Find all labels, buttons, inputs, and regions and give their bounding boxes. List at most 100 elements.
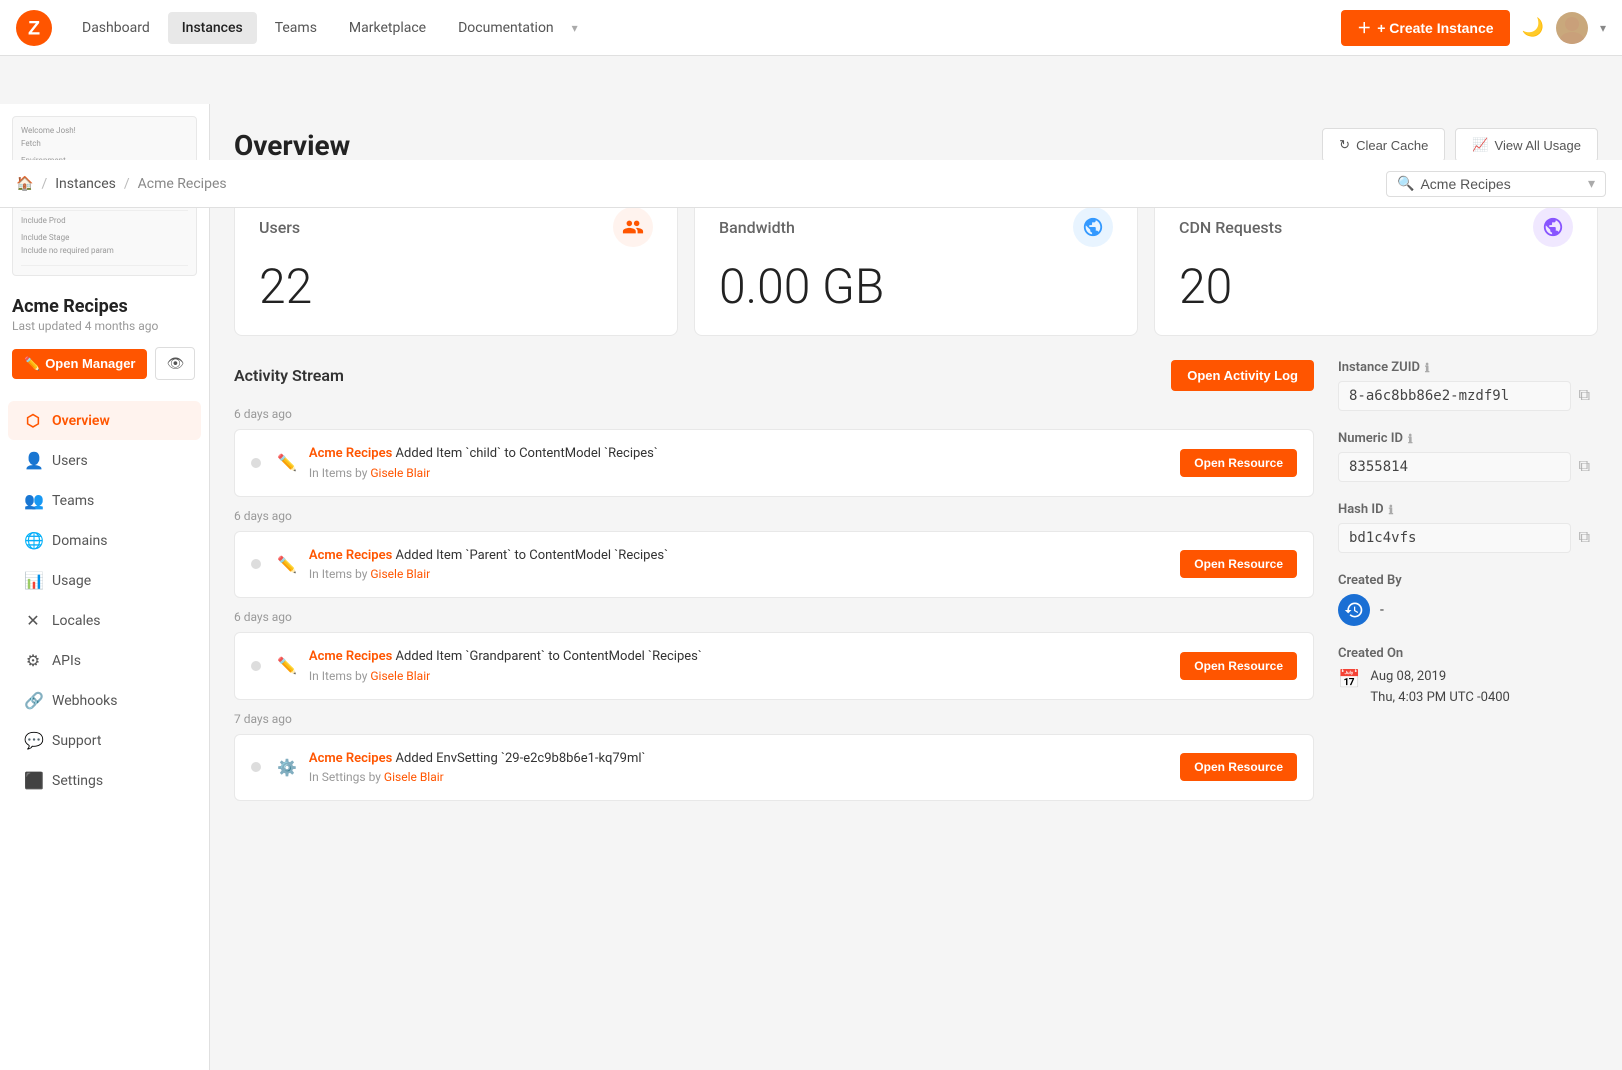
open-manager-button[interactable]: ✏️ Open Manager <box>12 349 147 379</box>
activity-header: Activity Stream Open Activity Log <box>234 360 1314 391</box>
instance-zuid-info-icon[interactable]: ℹ <box>1425 361 1430 375</box>
open-resource-btn-4[interactable]: Open Resource <box>1180 753 1297 781</box>
cdn-card-header: CDN Requests <box>1179 207 1573 247</box>
open-activity-log-button[interactable]: Open Activity Log <box>1171 360 1314 391</box>
activity-sub-1: In Items by <box>309 466 370 480</box>
activity-user-link-1[interactable]: Gisele Blair <box>370 466 430 480</box>
activity-instance-link-2[interactable]: Acme Recipes <box>309 548 392 563</box>
sidebar-item-teams[interactable]: 👥 Teams <box>8 481 201 520</box>
chart-icon: 📈 <box>1472 137 1488 153</box>
top-nav: Z Dashboard Instances Teams Marketplace … <box>0 0 1622 56</box>
layout: Welcome Josh! Fetch Environment Webengin… <box>0 104 1622 1070</box>
calendar-icon: 📅 <box>1338 669 1360 690</box>
nav-teams[interactable]: Teams <box>261 12 331 44</box>
activity-user-link-3[interactable]: Gisele Blair <box>370 669 430 683</box>
user-avatar[interactable] <box>1556 12 1588 44</box>
activity-item-1: ✏️ Acme Recipes Added Item `child` to Co… <box>234 429 1314 497</box>
numeric-id-value: 8355814 <box>1338 452 1571 482</box>
sidebar-item-usage[interactable]: 📊 Usage <box>8 561 201 600</box>
open-resource-btn-2[interactable]: Open Resource <box>1180 550 1297 578</box>
sidebar-item-settings-label: Settings <box>52 773 103 789</box>
preview-button[interactable]: 👁 <box>155 347 195 380</box>
sidebar-item-domains[interactable]: 🌐 Domains <box>8 521 201 560</box>
open-resource-btn-1[interactable]: Open Resource <box>1180 449 1297 477</box>
activity-instance-link-3[interactable]: Acme Recipes <box>309 649 392 664</box>
instance-Zuid-copy-button[interactable]: ⧉ <box>1571 383 1598 409</box>
svg-text:Z: Z <box>28 17 40 39</box>
numeric-id-label-text: Numeric ID <box>1338 431 1403 446</box>
nav-marketplace[interactable]: Marketplace <box>335 12 440 44</box>
create-instance-button[interactable]: ＋ + Create Instance <box>1341 10 1509 46</box>
users-stat-icon <box>613 207 653 247</box>
activity-time-2: 6 days ago <box>234 509 1314 523</box>
domains-icon: 🌐 <box>24 531 42 550</box>
activity-text-4: Acme Recipes Added EnvSetting `29-e2c9b8… <box>309 749 1168 787</box>
activity-text-2: Acme Recipes Added Item `Parent` to Cont… <box>309 546 1168 584</box>
activity-instance-link-4[interactable]: Acme Recipes <box>309 751 392 766</box>
activity-time-3: 6 days ago <box>234 610 1314 624</box>
breadcrumb-bar: 🏠 / Instances / Acme Recipes 🔍 ▾ <box>0 160 1622 208</box>
sidebar-item-locales[interactable]: ✕ Locales <box>8 601 201 640</box>
refresh-icon: ↻ <box>1339 137 1350 153</box>
open-resource-btn-3[interactable]: Open Resource <box>1180 652 1297 680</box>
support-icon: 💬 <box>24 731 42 750</box>
hash-id-label-text: Hash ID <box>1338 502 1384 517</box>
clear-cache-button[interactable]: ↻ Clear Cache <box>1322 128 1445 162</box>
hash-id-info-icon[interactable]: ℹ <box>1389 503 1394 517</box>
activity-sub-3: In Items by <box>309 669 370 683</box>
sidebar-item-overview[interactable]: ⬡ Overview <box>8 401 201 440</box>
activity-time-1: 6 days ago <box>234 407 1314 421</box>
nav-dashboard[interactable]: Dashboard <box>68 12 164 44</box>
activity-edit-icon-1: ✏️ <box>277 453 297 472</box>
created-by-label-text: Created By <box>1338 573 1402 588</box>
nav-documentation[interactable]: Documentation <box>444 12 568 44</box>
sidebar-actions: ✏️ Open Manager 👁 <box>0 343 209 392</box>
sidebar-item-support[interactable]: 💬 Support <box>8 721 201 760</box>
sidebar-item-apis[interactable]: ⚙ APIs <box>8 641 201 680</box>
sidebar-item-users[interactable]: 👤 Users <box>8 441 201 480</box>
bandwidth-label: Bandwidth <box>719 218 795 237</box>
activity-action-1: Added Item `child` to ContentModel `Reci… <box>396 446 658 461</box>
sidebar-item-webhooks-label: Webhooks <box>52 693 118 709</box>
breadcrumb-home-link[interactable]: 🏠 <box>16 176 33 192</box>
sidebar-item-settings[interactable]: ⬛ Settings <box>8 761 201 800</box>
users-card-header: Users <box>259 207 653 247</box>
avatar-chevron-icon[interactable]: ▾ <box>1600 21 1606 35</box>
sidebar-item-teams-label: Teams <box>52 493 94 509</box>
pencil-icon: ✏️ <box>24 356 40 372</box>
dark-mode-icon[interactable]: 🌙 <box>1522 17 1544 38</box>
breadcrumb-instances-link[interactable]: Instances <box>55 176 116 192</box>
sidebar-last-updated: Last updated 4 months ago <box>0 319 209 343</box>
activity-dot-4 <box>251 762 261 772</box>
activity-user-link-2[interactable]: Gisele Blair <box>370 567 430 581</box>
nav-instances[interactable]: Instances <box>168 12 257 44</box>
bandwidth-card-header: Bandwidth <box>719 207 1113 247</box>
activity-time-4: 7 days ago <box>234 712 1314 726</box>
sidebar-item-overview-label: Overview <box>52 413 110 429</box>
activity-user-link-4[interactable]: Gisele Blair <box>384 770 444 784</box>
page-title: Overview <box>234 129 350 162</box>
breadcrumb-current: Acme Recipes <box>138 176 227 192</box>
hash-id-value-row: bd1c4vfs ⧉ <box>1338 523 1598 553</box>
nav-links: Dashboard Instances Teams Marketplace Do… <box>68 12 1341 44</box>
sidebar-item-webhooks[interactable]: 🔗 Webhooks <box>8 681 201 720</box>
breadcrumb-search-input[interactable] <box>1420 176 1582 192</box>
creator-avatar <box>1338 594 1370 626</box>
users-icon: 👤 <box>24 451 42 470</box>
activity-edit-icon-4: ⚙️ <box>277 758 297 777</box>
activity-instance-link-1[interactable]: Acme Recipes <box>309 446 392 461</box>
numeric-id-section: Numeric ID ℹ 8355814 ⧉ <box>1338 431 1598 482</box>
instance-Zuid-value-row: 8-a6c8bb86e2-mzdf9l ⧉ <box>1338 381 1598 411</box>
open-manager-label: Open Manager <box>45 356 135 371</box>
breadcrumb: 🏠 / Instances / Acme Recipes <box>16 176 1386 192</box>
eye-icon: 👁 <box>166 355 184 371</box>
logo-icon[interactable]: Z <box>16 10 52 46</box>
bandwidth-stat-icon <box>1073 207 1113 247</box>
hash-id-copy-button[interactable]: ⧉ <box>1571 525 1598 551</box>
hash-id-label: Hash ID ℹ <box>1338 502 1598 517</box>
numeric-id-copy-button[interactable]: ⧉ <box>1571 454 1598 480</box>
breadcrumb-search-dropdown-icon[interactable]: ▾ <box>1588 176 1595 192</box>
view-all-usage-button[interactable]: 📈 View All Usage <box>1455 128 1598 162</box>
instance-zuid-label-text: Instance ZUID <box>1338 360 1420 375</box>
numeric-id-info-icon[interactable]: ℹ <box>1408 432 1413 446</box>
